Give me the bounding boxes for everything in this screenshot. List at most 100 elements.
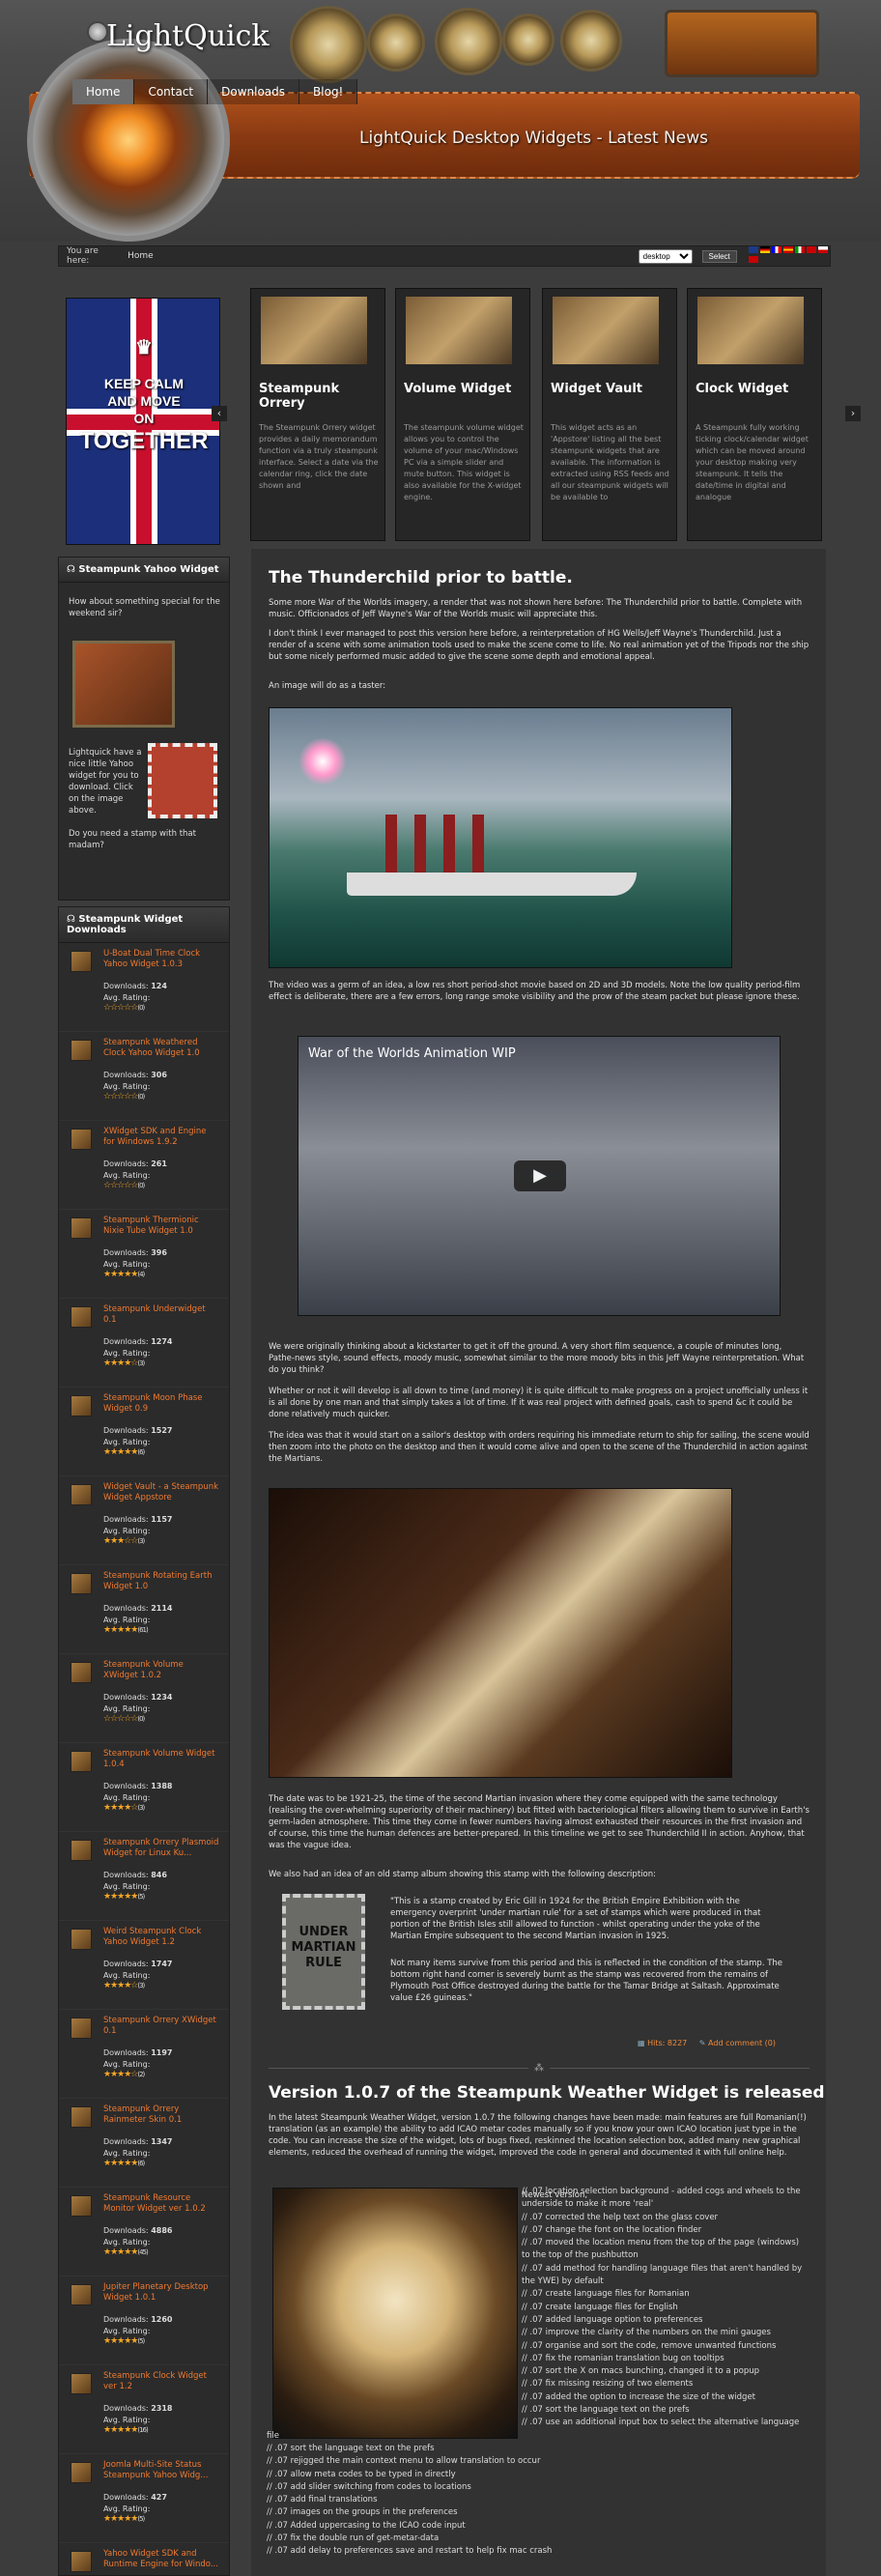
download-link[interactable]: Steampunk Clock Widget ver 1.2 <box>103 2371 219 2392</box>
widget-icon[interactable] <box>71 2195 92 2217</box>
carousel-card[interactable]: Steampunk Orrery The Steampunk Orrery wi… <box>250 288 385 541</box>
nav-contact[interactable]: Contact <box>134 79 209 104</box>
play-button[interactable]: ▶ <box>514 1160 566 1191</box>
download-link[interactable]: Steampunk Volume XWidget 1.0.2 <box>103 1660 219 1681</box>
carousel-card[interactable]: Widget Vault This widget acts as an 'App… <box>542 288 677 541</box>
breadcrumb-home[interactable]: Home <box>128 251 154 261</box>
widget-icon[interactable] <box>71 1040 92 1061</box>
widget-icon[interactable] <box>71 1395 92 1417</box>
changelog-line: // .07 Added uppercasing to the ICAO cod… <box>267 2520 466 2531</box>
download-link[interactable]: Widget Vault - a Steampunk Widget Appsto… <box>103 1482 219 1503</box>
keep-calm-poster[interactable]: ♛ KEEP CALM AND MOVE ON TOGETHER <box>66 298 220 545</box>
widget-icon[interactable] <box>71 1573 92 1594</box>
download-item: Joomla Multi-Site Status Steampunk Yahoo… <box>59 2454 229 2543</box>
download-link[interactable]: Steampunk Underwidget 0.1 <box>103 1304 219 1326</box>
rating-label: Avg. Rating: <box>103 1171 151 1180</box>
download-link[interactable]: Steampunk Rotating Earth Widget 1.0 <box>103 1571 219 1592</box>
download-link[interactable]: Steampunk Volume Widget 1.0.4 <box>103 1749 219 1770</box>
flag-icon[interactable] <box>771 246 782 253</box>
nav-home[interactable]: Home <box>72 79 135 104</box>
rating-stars: ★★★★★(6) <box>103 2159 145 2168</box>
video-title[interactable]: War of the Worlds Animation WIP <box>308 1046 516 1061</box>
widget-icon[interactable] <box>71 1840 92 1861</box>
widget-icon[interactable] <box>71 1129 92 1150</box>
add-comment-link[interactable]: Add comment (0) <box>708 2039 776 2047</box>
card-title[interactable]: Volume Widget <box>404 382 525 396</box>
changelog-line: // .07 allow meta codes to be typed in d… <box>267 2469 456 2479</box>
download-link[interactable]: Steampunk Weathered Clock Yahoo Widget 1… <box>103 1038 219 1059</box>
widget-icon[interactable] <box>71 1217 92 1239</box>
widget-icon[interactable] <box>71 2018 92 2039</box>
download-link[interactable]: Steampunk Thermionic Nixie Tube Widget 1… <box>103 1216 219 1237</box>
download-link[interactable]: U-Boat Dual Time Clock Yahoo Widget 1.0.… <box>103 949 219 970</box>
flag-icon[interactable] <box>748 246 758 253</box>
widget-icon[interactable] <box>71 1751 92 1772</box>
nav-downloads[interactable]: Downloads <box>208 79 300 104</box>
video-player[interactable]: War of the Worlds Animation WIP ▶ <box>298 1036 781 1316</box>
card-title[interactable]: Widget Vault <box>551 382 671 396</box>
widget-carousel: Steampunk Orrery The Steampunk Orrery wi… <box>212 288 861 541</box>
widget-icon[interactable] <box>71 1484 92 1505</box>
quote-paragraph: Not many items survive from this period … <box>390 1959 783 2003</box>
download-link[interactable]: Steampunk Orrery XWidget 0.1 <box>103 2016 219 2037</box>
changelog-line: // .07 fix the romanian translation bug … <box>522 2353 725 2363</box>
rating-stars: ★★★☆☆(3) <box>103 1536 145 1546</box>
box-title: Steampunk Yahoo Widget <box>78 564 219 575</box>
article-title[interactable]: The Thunderchild prior to battle. <box>269 568 573 587</box>
carousel-card[interactable]: Clock Widget A Steampunk fully working t… <box>687 288 822 541</box>
download-link[interactable]: XWidget SDK and Engine for Windows 1.9.2 <box>103 1127 219 1148</box>
widget-icon[interactable] <box>71 1929 92 1950</box>
widget-icon[interactable] <box>71 951 92 972</box>
download-link[interactable]: Weird Steampunk Clock Yahoo Widget 1.2 <box>103 1927 219 1948</box>
nav-blog[interactable]: Blog! <box>299 79 358 104</box>
widget-icon[interactable] <box>71 2462 92 2483</box>
card-title[interactable]: Steampunk Orrery <box>259 382 380 411</box>
carousel-prev-icon[interactable]: ‹ <box>212 406 227 421</box>
rating-stars: ★★★★★(45) <box>103 2247 149 2257</box>
changelog-line: // .07 location selection background - a… <box>522 2187 801 2196</box>
widget-icon[interactable] <box>71 1662 92 1683</box>
select-button[interactable]: Select <box>701 249 737 263</box>
flag-icon[interactable] <box>794 246 805 253</box>
widget-icon[interactable] <box>71 1306 92 1328</box>
download-item: Steampunk Rotating Earth Widget 1.0 Downl… <box>59 1565 229 1654</box>
gauge-decoration <box>435 8 502 75</box>
download-link[interactable]: Steampunk Resource Monitor Widget ver 1.… <box>103 2193 219 2215</box>
download-count: Downloads: 396 <box>103 1248 167 1257</box>
download-count: Downloads: 427 <box>103 2493 167 2502</box>
changelog-line: underside to make it more 'real' <box>522 2199 654 2210</box>
flag-icon[interactable] <box>806 246 816 253</box>
widget-select[interactable]: desktop <box>638 248 693 264</box>
widget-icon[interactable] <box>71 2284 92 2305</box>
widget-icon[interactable] <box>71 2373 92 2394</box>
carousel-card[interactable]: Volume Widget The steampunk volume widge… <box>395 288 530 541</box>
article-paragraph: Some more War of the Worlds imagery, a r… <box>269 598 803 619</box>
main-nav: Home Contact Downloads Blog! <box>72 79 358 104</box>
changelog-line: // .07 moved the location menu from the … <box>522 2238 800 2248</box>
article-paragraph: We also had an idea of an old stamp albu… <box>269 1870 656 1879</box>
rating-label: Avg. Rating: <box>103 1882 151 1891</box>
download-link[interactable]: Jupiter Planetary Desktop Widget 1.0.1 <box>103 2282 219 2304</box>
widget-thumbnail <box>697 297 804 364</box>
article-title[interactable]: Version 1.0.7 of the Steampunk Weather W… <box>269 2083 825 2103</box>
download-link[interactable]: Steampunk Orrery Plasmoid Widget for Lin… <box>103 1838 219 1859</box>
site-logo[interactable]: LightQuick <box>106 19 270 53</box>
download-link[interactable]: Steampunk Moon Phase Widget 0.9 <box>103 1393 219 1415</box>
flag-icon[interactable] <box>748 256 758 263</box>
card-title[interactable]: Clock Widget <box>696 382 816 396</box>
flag-icon[interactable] <box>817 246 828 253</box>
yahoo-closing: Do you need a stamp with that madam? <box>69 829 196 850</box>
widget-icon[interactable] <box>71 2551 92 2572</box>
download-item: Steampunk Orrery XWidget 0.1 Downloads: 1… <box>59 2010 229 2099</box>
download-item: Steampunk Volume Widget 1.0.4 Downloads: … <box>59 1743 229 1832</box>
flag-icon[interactable] <box>782 246 793 253</box>
widget-icon[interactable] <box>71 2106 92 2128</box>
download-link[interactable]: Joomla Multi-Site Status Steampunk Yahoo… <box>103 2460 219 2481</box>
download-item: Steampunk Weathered Clock Yahoo Widget 1… <box>59 1032 229 1121</box>
download-count: Downloads: 1274 <box>103 1337 173 1346</box>
yahoo-widget-image[interactable] <box>72 641 175 728</box>
flag-icon[interactable] <box>759 246 770 253</box>
download-link[interactable]: Yahoo Widget SDK and Runtime Engine for … <box>103 2549 219 2570</box>
download-link[interactable]: Steampunk Orrery Rainmeter Skin 0.1 <box>103 2104 219 2126</box>
carousel-next-icon[interactable]: › <box>845 406 861 421</box>
